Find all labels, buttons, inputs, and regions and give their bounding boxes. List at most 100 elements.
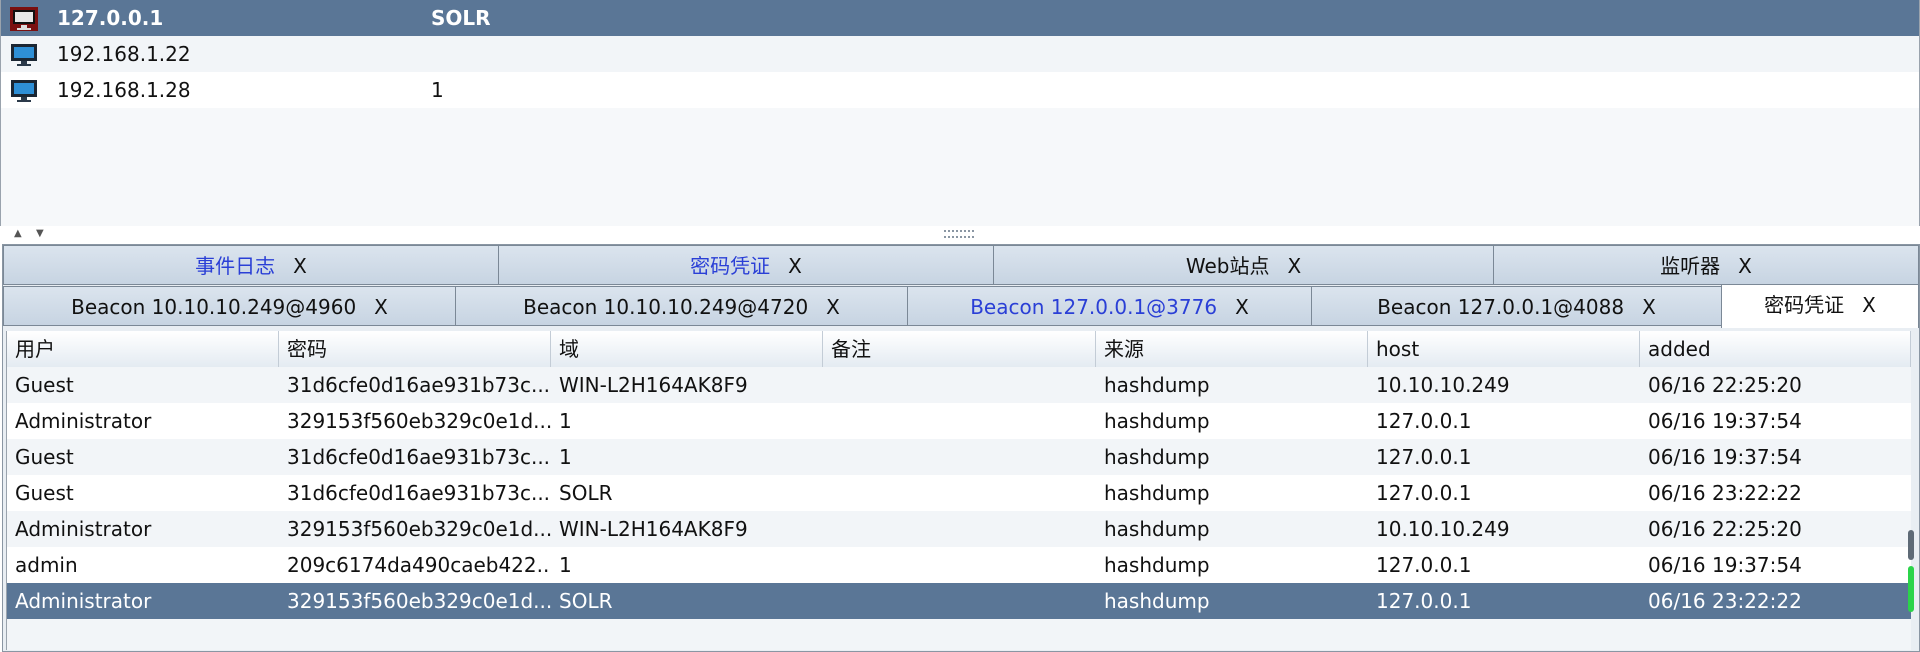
column-header-note[interactable]: 备注 <box>823 331 1096 367</box>
collapse-down-icon[interactable]: ▼ <box>36 229 44 239</box>
tab-close-icon[interactable]: X <box>293 254 307 278</box>
tab-close-icon[interactable]: X <box>1235 295 1249 319</box>
host-ip: 192.168.1.22 <box>57 42 191 66</box>
cell-source: hashdump <box>1104 409 1210 433</box>
hosts-table: 127.0.0.1 SOLR 192.168.1.22 192.168.1.28… <box>0 0 1920 227</box>
column-header-realm[interactable]: 域 <box>551 331 823 367</box>
cell-realm: WIN-L2H164AK8F9 <box>559 517 748 541</box>
monitor-alert-icon <box>10 7 38 31</box>
cell-source: hashdump <box>1104 445 1210 469</box>
host-row-192-168-1-22[interactable]: 192.168.1.22 <box>1 36 1919 72</box>
column-header-user[interactable]: 用户 <box>7 331 279 367</box>
cell-host: 10.10.10.249 <box>1376 373 1510 397</box>
tab-label: Beacon 10.10.10.249@4720 <box>523 295 809 319</box>
host-row-192-168-1-28[interactable]: 192.168.1.28 1 <box>1 72 1919 108</box>
table-row[interactable]: Guest 31d6cfe0d16ae931b73c... WIN-L2H164… <box>7 367 1911 403</box>
cell-source: hashdump <box>1104 373 1210 397</box>
tab-beacon-10-10-10-249-4720[interactable]: Beacon 10.10.10.249@4720 X <box>455 286 908 326</box>
tab-close-icon[interactable]: X <box>788 254 802 278</box>
tab-close-icon[interactable]: X <box>1738 254 1752 278</box>
cell-user: Administrator <box>15 409 152 433</box>
cell-password: 329153f560eb329c0e1d... <box>287 409 551 433</box>
cell-user: Administrator <box>15 589 152 613</box>
scrollbar-track-segment[interactable] <box>1908 530 1914 560</box>
cell-password: 329153f560eb329c0e1d... <box>287 517 551 541</box>
tab-row-2: Beacon 10.10.10.249@4960 X Beacon 10.10.1… <box>3 284 1919 328</box>
tab-close-icon[interactable]: X <box>826 295 840 319</box>
cell-password: 329153f560eb329c0e1d... <box>287 589 551 613</box>
cell-password: 209c6174da490caeb422... <box>287 553 551 577</box>
cell-host: 10.10.10.249 <box>1376 517 1510 541</box>
cell-source: hashdump <box>1104 517 1210 541</box>
cell-added: 06/16 23:22:22 <box>1648 589 1802 613</box>
table-row[interactable]: Administrator 329153f560eb329c0e1d... 1 … <box>7 403 1911 439</box>
table-row[interactable]: admin 209c6174da490caeb422... 1 hashdump… <box>7 547 1911 583</box>
host-note: 1 <box>431 78 444 102</box>
cell-host: 127.0.0.1 <box>1376 589 1472 613</box>
cell-added: 06/16 22:25:20 <box>1648 517 1802 541</box>
cell-password: 31d6cfe0d16ae931b73c... <box>287 445 551 469</box>
tab-label: 监听器 <box>1660 254 1721 278</box>
cell-realm: WIN-L2H164AK8F9 <box>559 373 748 397</box>
table-row-selected[interactable]: Administrator 329153f560eb329c0e1d... SO… <box>7 583 1911 619</box>
cell-realm: SOLR <box>559 589 613 613</box>
cell-user: admin <box>15 553 78 577</box>
cell-added: 06/16 22:25:20 <box>1648 373 1802 397</box>
table-row[interactable]: Guest 31d6cfe0d16ae931b73c... SOLR hashd… <box>7 475 1911 511</box>
vertical-scrollbar[interactable] <box>1904 530 1916 630</box>
cell-added: 06/16 19:37:54 <box>1648 409 1802 433</box>
tab-label: 密码凭证 <box>690 254 771 278</box>
tab-credentials[interactable]: 密码凭证 X <box>498 245 994 285</box>
tab-listeners[interactable]: 监听器 X <box>1493 245 1919 285</box>
cell-added: 06/16 19:37:54 <box>1648 553 1802 577</box>
tab-beacon-127-0-0-1-4088[interactable]: Beacon 127.0.0.1@4088 X <box>1311 286 1722 326</box>
cell-host: 127.0.0.1 <box>1376 481 1472 505</box>
tab-beacon-10-10-10-249-4960[interactable]: Beacon 10.10.10.249@4960 X <box>3 286 456 326</box>
host-ip: 192.168.1.28 <box>57 78 191 102</box>
cell-host: 127.0.0.1 <box>1376 409 1472 433</box>
column-header-host[interactable]: host <box>1368 331 1640 367</box>
tab-label: Beacon 127.0.0.1@4088 <box>1377 295 1625 319</box>
table-header: 用户 密码 域 备注 来源 host added <box>7 331 1911 368</box>
host-ip: 127.0.0.1 <box>57 6 164 30</box>
tab-beacon-127-0-0-1-3776[interactable]: Beacon 127.0.0.1@3776 X <box>907 286 1312 326</box>
monitor-icon <box>11 80 37 102</box>
cell-password: 31d6cfe0d16ae931b73c... <box>287 373 551 397</box>
tab-credentials-active[interactable]: 密码凭证 X <box>1721 284 1919 328</box>
cell-realm: 1 <box>559 409 572 433</box>
tab-web-sites[interactable]: Web站点 X <box>993 245 1494 285</box>
cell-user: Guest <box>15 373 74 397</box>
pane-splitter[interactable]: ▲ ▼ <box>0 226 1920 245</box>
tab-row-1: 事件日志 X 密码凭证 X Web站点 X 监听器 X <box>3 245 1919 285</box>
tab-label: Beacon 10.10.10.249@4960 <box>71 295 357 319</box>
cell-host: 127.0.0.1 <box>1376 553 1472 577</box>
cell-added: 06/16 19:37:54 <box>1648 445 1802 469</box>
table-row[interactable]: Administrator 329153f560eb329c0e1d... WI… <box>7 511 1911 547</box>
scrollbar-thumb[interactable] <box>1908 566 1914 612</box>
tab-event-log[interactable]: 事件日志 X <box>3 245 499 285</box>
cell-source: hashdump <box>1104 553 1210 577</box>
cell-realm: 1 <box>559 445 572 469</box>
cell-source: hashdump <box>1104 481 1210 505</box>
column-header-added[interactable]: added <box>1640 331 1911 367</box>
column-header-source[interactable]: 来源 <box>1096 331 1368 367</box>
host-row-127-0-0-1[interactable]: 127.0.0.1 SOLR <box>1 0 1919 36</box>
collapse-up-icon[interactable]: ▲ <box>14 229 22 239</box>
tab-close-icon[interactable]: X <box>1862 293 1876 317</box>
tab-label: 事件日志 <box>195 254 276 278</box>
monitor-icon <box>11 44 37 66</box>
tab-close-icon[interactable]: X <box>374 295 388 319</box>
cell-source: hashdump <box>1104 589 1210 613</box>
cell-realm: SOLR <box>559 481 613 505</box>
column-header-password[interactable]: 密码 <box>279 331 551 367</box>
tab-close-icon[interactable]: X <box>1287 254 1301 278</box>
tab-close-icon[interactable]: X <box>1642 295 1656 319</box>
tab-label: Web站点 <box>1185 254 1270 278</box>
cell-host: 127.0.0.1 <box>1376 445 1472 469</box>
cell-password: 31d6cfe0d16ae931b73c... <box>287 481 551 505</box>
table-row[interactable]: Guest 31d6cfe0d16ae931b73c... 1 hashdump… <box>7 439 1911 475</box>
splitter-grip-icon[interactable] <box>944 230 974 238</box>
host-note: SOLR <box>431 6 491 30</box>
tab-label: 密码凭证 <box>1764 293 1845 317</box>
cell-user: Administrator <box>15 517 152 541</box>
